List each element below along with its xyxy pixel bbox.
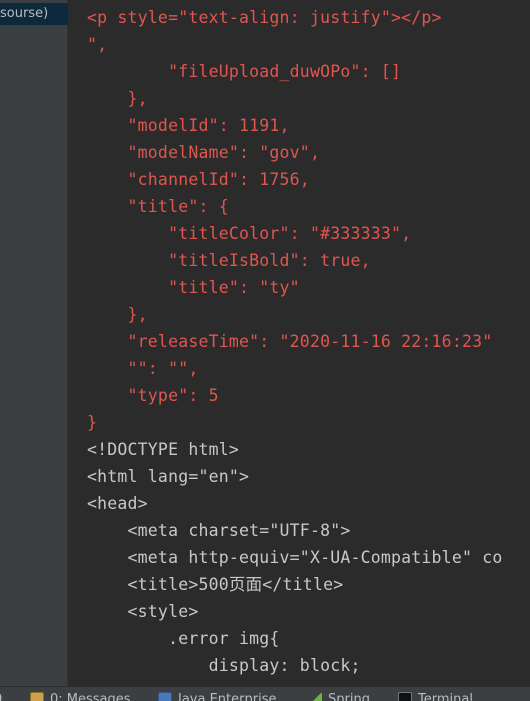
code-token: "title": { bbox=[87, 197, 229, 216]
tool-tab-label: Terminal bbox=[418, 692, 473, 701]
code-token: "titleIsBold": true, bbox=[87, 251, 371, 270]
code-line: }, bbox=[87, 301, 148, 328]
code-token: "releaseTime": "2020-11-16 22:16:23" bbox=[87, 332, 493, 351]
code-line: "titleColor": "#333333", bbox=[87, 220, 411, 247]
code-token: "title": "ty" bbox=[87, 278, 300, 297]
code-line: ", bbox=[87, 31, 107, 58]
code-token: } bbox=[87, 413, 98, 432]
tool-tab-label: 0: Messages bbox=[50, 692, 131, 701]
code-token: <style> bbox=[87, 602, 199, 621]
code-line: .error img{ bbox=[87, 625, 280, 652]
code-line bbox=[87, 679, 209, 686]
code-line: <p style="text-align: justify"></p> bbox=[87, 4, 442, 31]
code-line: "fileUpload_duwOPo": [] bbox=[87, 58, 401, 85]
code-line: "channelId": 1756, bbox=[87, 166, 310, 193]
code-line: <style> bbox=[87, 598, 199, 625]
spring-icon bbox=[308, 692, 322, 701]
project-tree-item-label: sourse) bbox=[0, 6, 49, 21]
bottom-tool-window-bar: 0 0: Messages Java Enterprise Spring Termina… bbox=[0, 686, 530, 701]
java-enterprise-icon bbox=[158, 692, 172, 701]
tool-tab-label: Java Enterprise bbox=[178, 692, 277, 701]
tool-tab-label: 0 bbox=[0, 692, 2, 701]
code-line: "title": "ty" bbox=[87, 274, 300, 301]
code-line: <meta http-equiv="X-UA-Compatible" co bbox=[87, 544, 503, 571]
code-token: display: block; bbox=[87, 656, 361, 675]
code-token: "fileUpload_duwOPo": [] bbox=[87, 62, 402, 81]
code-token: }, bbox=[87, 305, 148, 324]
code-token: "channelId": 1756, bbox=[87, 170, 310, 189]
tool-tab-java-enterprise[interactable]: Java Enterprise bbox=[158, 692, 276, 701]
code-token: <meta charset="UTF-8"> bbox=[87, 521, 351, 540]
code-line: "": "", bbox=[87, 355, 199, 382]
code-token: .error img{ bbox=[87, 629, 280, 648]
code-line: }, bbox=[87, 85, 148, 112]
code-token: "modelId": 1191, bbox=[87, 116, 290, 135]
code-token: <p style="text-align: justify"></p> bbox=[87, 8, 442, 27]
code-line: } bbox=[87, 409, 97, 436]
code-line: "type": 5 bbox=[87, 382, 219, 409]
code-token: "type": 5 bbox=[87, 386, 219, 405]
code-token: }, bbox=[87, 89, 148, 108]
code-line: "modelId": 1191, bbox=[87, 112, 290, 139]
messages-icon bbox=[30, 692, 44, 701]
project-tool-window[interactable]: sourse) bbox=[0, 0, 68, 686]
tool-tab-terminal[interactable]: Terminal bbox=[398, 692, 473, 701]
ide-window: sourse) <p style="text-align: justify"><… bbox=[0, 0, 530, 701]
tool-tab-messages[interactable]: 0: Messages bbox=[30, 692, 131, 701]
code-line: "modelName": "gov", bbox=[87, 139, 320, 166]
code-token: <title>500页面</title> bbox=[87, 575, 344, 594]
code-line: <!DOCTYPE html> bbox=[87, 436, 239, 463]
terminal-icon bbox=[398, 692, 412, 701]
code-line: <meta charset="UTF-8"> bbox=[87, 517, 351, 544]
code-line: "titleIsBold": true, bbox=[87, 247, 371, 274]
code-token: <meta http-equiv="X-UA-Compatible" co bbox=[87, 548, 503, 567]
code-line: <title>500页面</title> bbox=[87, 571, 344, 598]
tool-tab-label: Spring bbox=[328, 692, 370, 701]
tool-tab-spring[interactable]: Spring bbox=[308, 692, 370, 701]
code-line: "title": { bbox=[87, 193, 229, 220]
code-token: <!DOCTYPE html> bbox=[87, 440, 240, 459]
code-line: "releaseTime": "2020-11-16 22:16:23" bbox=[87, 328, 493, 355]
code-token: <html lang="en"> bbox=[87, 467, 250, 486]
project-tree-selected-item[interactable]: sourse) bbox=[0, 3, 68, 25]
code-line: display: block; bbox=[87, 652, 361, 679]
code-line: <head> bbox=[87, 490, 148, 517]
code-token: ", bbox=[87, 35, 108, 54]
tool-tab-left-edge[interactable]: 0 bbox=[0, 692, 2, 701]
code-token: "": "", bbox=[87, 359, 199, 378]
code-token: "titleColor": "#333333", bbox=[87, 224, 412, 243]
code-token: "modelName": "gov", bbox=[87, 143, 321, 162]
code-editor[interactable]: <p style="text-align: justify"></p> ", "f… bbox=[69, 0, 530, 686]
code-token: <head> bbox=[87, 494, 148, 513]
code-line: <html lang="en"> bbox=[87, 463, 249, 490]
